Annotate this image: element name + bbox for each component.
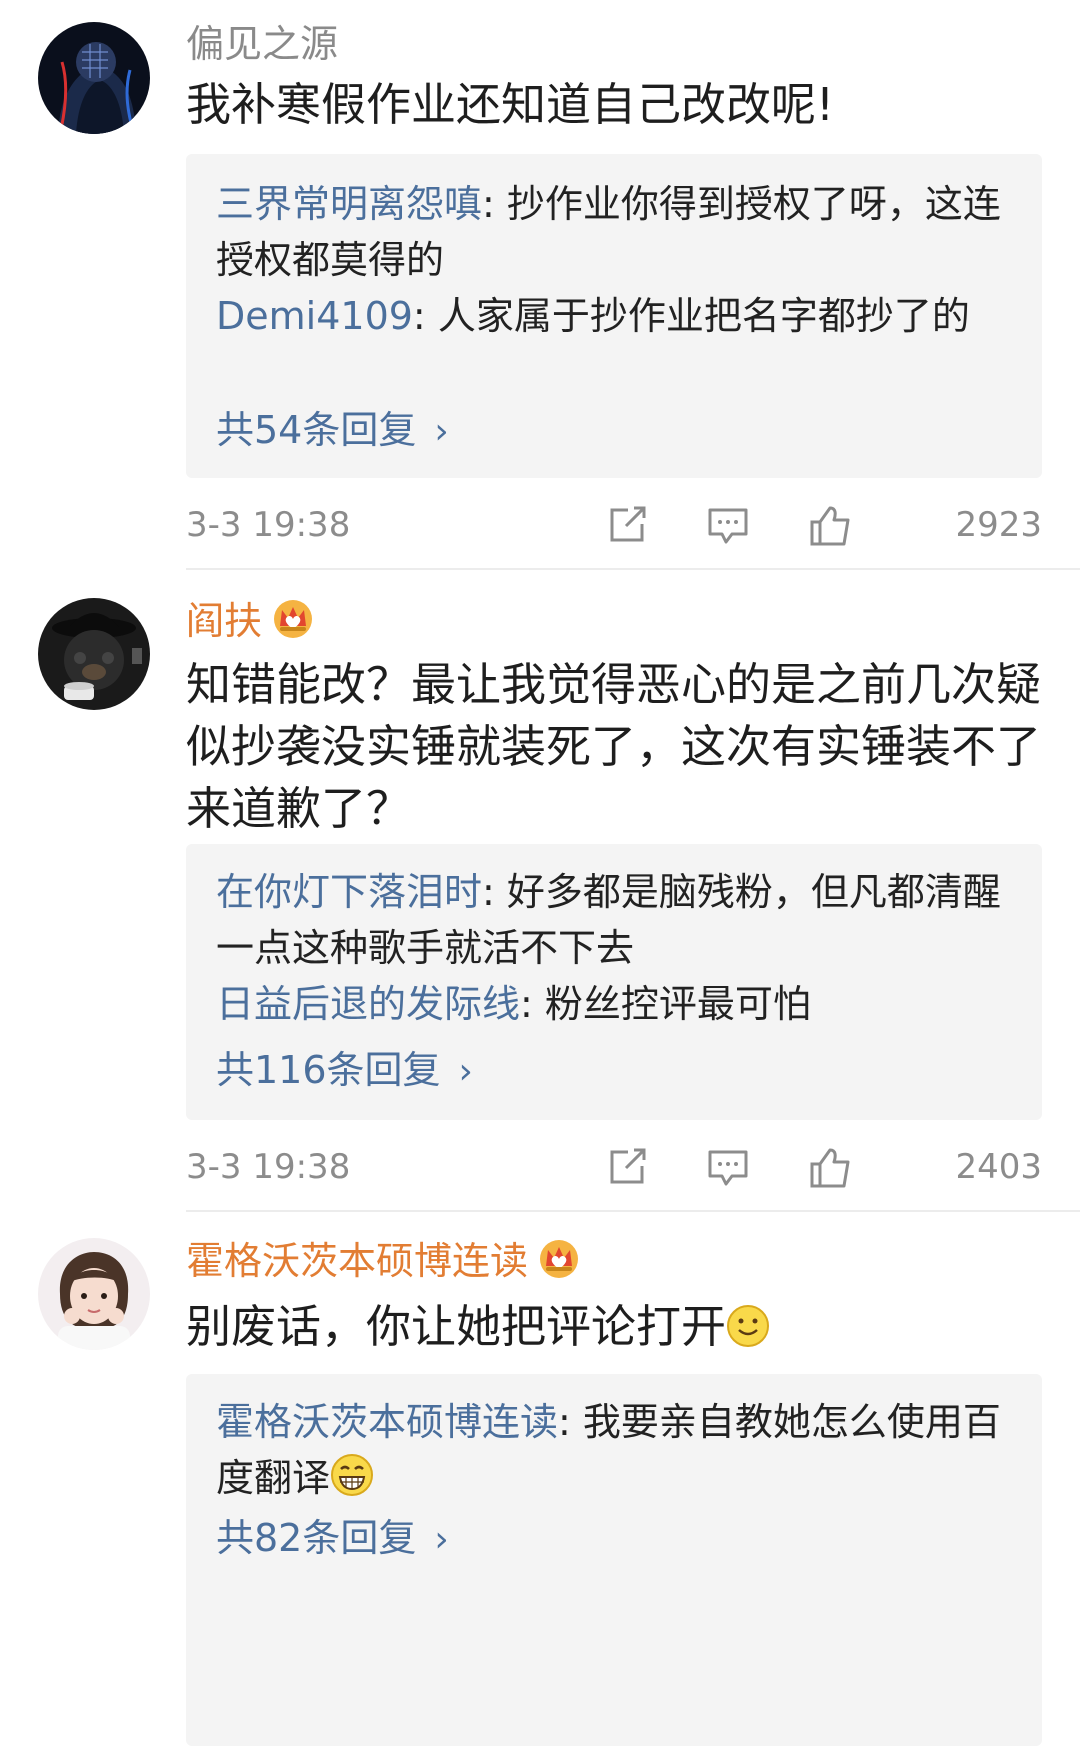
more-replies-label: 共116条回复: [216, 1048, 441, 1092]
username[interactable]: 阎扶: [186, 598, 314, 643]
divider: [186, 1210, 1080, 1212]
comment-text-content: 别废话，你让她把评论打开: [186, 1300, 727, 1353]
more-replies-link[interactable]: 共54条回复 ›: [216, 406, 449, 456]
reply-separator: :: [482, 870, 507, 914]
reply-box[interactable]: 在你灯下落泪时: 好多都是脑残粉，但凡都清醒一点这种歌手就活不下去 日益后退的发…: [186, 844, 1042, 1120]
username[interactable]: 霍格沃茨本硕博连读: [186, 1238, 580, 1283]
avatar[interactable]: [38, 22, 150, 134]
reply-item[interactable]: Demi4109: 人家属于抄作业把名字都抄了的: [216, 288, 1016, 344]
reply-username[interactable]: 日益后退的发际线: [216, 982, 520, 1026]
reply-separator: :: [558, 1400, 583, 1444]
comment-meta: 3-3 19:38 2403: [186, 1142, 1042, 1192]
reply-text: 人家属于抄作业把名字都抄了的: [437, 294, 970, 338]
like-count: 2923: [955, 505, 1042, 545]
chevron-right-icon: ›: [434, 1519, 449, 1560]
like-icon[interactable]: [808, 504, 852, 546]
more-replies-label: 共54条回复: [216, 408, 417, 452]
timestamp: 3-3 19:38: [186, 1147, 351, 1187]
reply-item[interactable]: 霍格沃茨本硕博连读: 我要亲自教她怎么使用百度翻译: [216, 1394, 1016, 1506]
more-replies-link[interactable]: 共116条回复 ›: [216, 1046, 473, 1096]
chevron-right-icon: ›: [458, 1051, 473, 1092]
reply-username[interactable]: Demi4109: [216, 294, 413, 338]
reply-username[interactable]: 在你灯下落泪时: [216, 870, 482, 914]
comment-icon[interactable]: [706, 504, 750, 546]
reply-username[interactable]: 三界常明离怨嗔: [216, 182, 482, 226]
reply-box[interactable]: 三界常明离怨嗔: 抄作业你得到授权了呀，这连授权都莫得的 Demi4109: 人…: [186, 154, 1042, 478]
reply-item[interactable]: 三界常明离怨嗔: 抄作业你得到授权了呀，这连授权都莫得的: [216, 176, 1016, 288]
comment-text: 别废话，你让她把评论打开: [186, 1296, 1046, 1358]
grin-emoji: [331, 1454, 374, 1496]
smile-emoji: [727, 1305, 770, 1347]
like-count: 2403: [955, 1147, 1042, 1187]
timestamp: 3-3 19:38: [186, 505, 351, 545]
username-text: 霍格沃茨本硕博连读: [186, 1239, 529, 1283]
crown-icon: [540, 1240, 579, 1278]
reply-separator: :: [482, 182, 507, 226]
reply-separator: :: [412, 294, 438, 338]
username[interactable]: 偏见之源: [186, 22, 338, 66]
reply-item[interactable]: 在你灯下落泪时: 好多都是脑残粉，但凡都清醒一点这种歌手就活不下去: [216, 864, 1016, 976]
reply-text: 粉丝控评最可怕: [544, 982, 811, 1026]
reply-username[interactable]: 霍格沃茨本硕博连读: [216, 1400, 558, 1444]
username-text: 阎扶: [186, 599, 263, 643]
more-replies-label: 共82条回复: [216, 1516, 417, 1560]
like-icon[interactable]: [808, 1146, 852, 1188]
comment-text: 知错能改？最让我觉得恶心的是之前几次疑似抄袭没实锤就装死了，这次有实锤装不了来道…: [186, 658, 1042, 835]
reply-separator: :: [520, 982, 545, 1026]
share-icon[interactable]: [606, 504, 650, 546]
comment-meta: 3-3 19:38 2923: [186, 500, 1042, 550]
chevron-right-icon: ›: [434, 411, 449, 452]
comment-icon[interactable]: [706, 1146, 750, 1188]
more-replies-link[interactable]: 共82条回复 ›: [216, 1514, 449, 1564]
avatar[interactable]: [38, 1238, 150, 1350]
crown-icon: [274, 600, 313, 638]
divider: [186, 568, 1080, 570]
reply-item[interactable]: 日益后退的发际线: 粉丝控评最可怕: [216, 976, 1016, 1032]
reply-box[interactable]: 霍格沃茨本硕博连读: 我要亲自教她怎么使用百度翻译 共82条回复 ›: [186, 1374, 1042, 1746]
avatar[interactable]: [38, 598, 150, 710]
comment-text: 我补寒假作业还知道自己改改呢!: [186, 78, 835, 131]
share-icon[interactable]: [606, 1146, 650, 1188]
